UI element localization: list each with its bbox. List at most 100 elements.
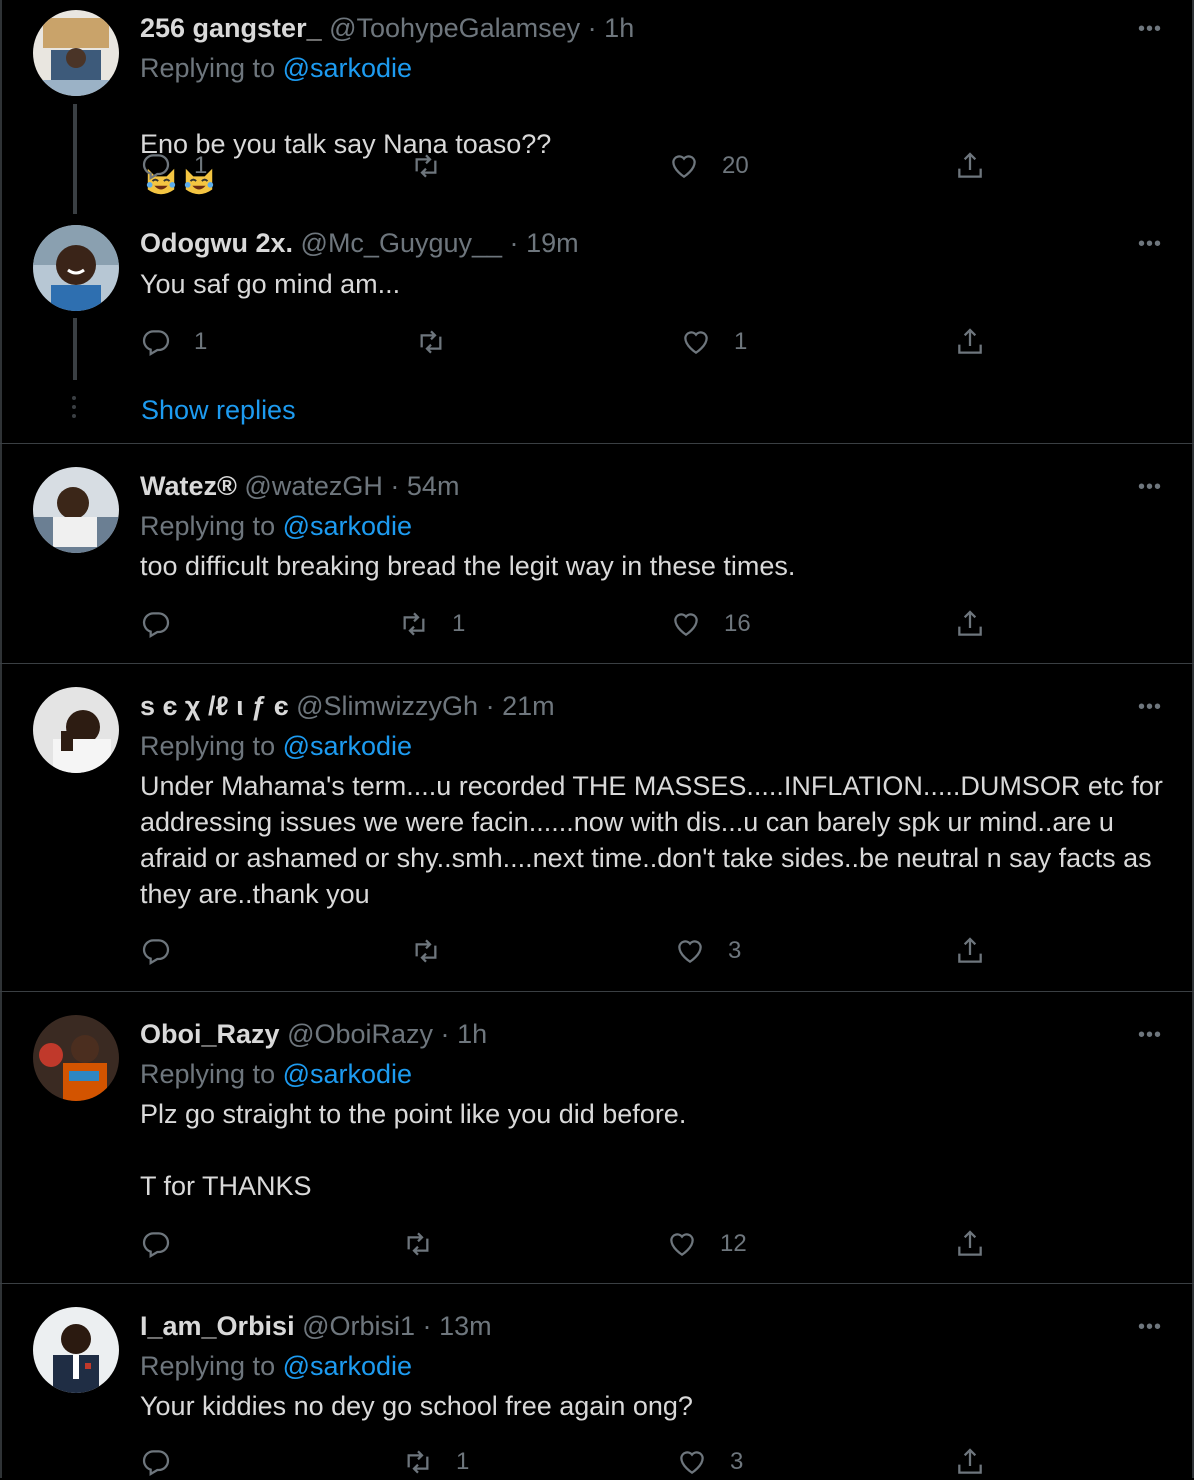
reply-button[interactable] xyxy=(140,933,194,969)
more-options-button[interactable]: ••• xyxy=(1138,18,1162,41)
handle[interactable]: @ToohypeGalamsey xyxy=(329,13,580,43)
mention-link[interactable]: @sarkodie xyxy=(283,731,412,761)
mention-link[interactable]: @sarkodie xyxy=(283,1059,412,1089)
reply-button[interactable]: 1 xyxy=(140,148,207,184)
replying-to-label: Replying to xyxy=(140,731,276,761)
retweet-button[interactable] xyxy=(415,324,469,360)
avatar[interactable] xyxy=(33,687,119,773)
display-name[interactable]: Odogwu 2x. xyxy=(140,228,293,258)
share-button[interactable] xyxy=(954,1226,986,1262)
reply-count: 1 xyxy=(194,152,208,179)
avatar[interactable] xyxy=(33,467,119,553)
like-count: 12 xyxy=(720,1230,747,1257)
reply-button[interactable] xyxy=(140,1444,194,1480)
divider xyxy=(0,663,1194,664)
display-name[interactable]: Watez® xyxy=(140,471,237,501)
retweet-icon xyxy=(407,1450,429,1474)
like-count: 3 xyxy=(728,937,742,964)
reply-icon xyxy=(142,1450,170,1477)
reply-button[interactable] xyxy=(140,606,194,642)
share-button[interactable] xyxy=(954,933,986,969)
retweet-button[interactable]: 1 xyxy=(402,1444,469,1480)
timestamp[interactable]: 19m xyxy=(526,228,579,258)
mention-link[interactable]: @sarkodie xyxy=(283,53,412,83)
display-name[interactable]: 256 gangster_ xyxy=(140,13,322,43)
replying-to-label: Replying to xyxy=(140,1059,276,1089)
separator-dot: · xyxy=(440,1019,450,1049)
like-button[interactable]: 12 xyxy=(666,1226,747,1262)
reply-icon xyxy=(142,939,170,966)
separator-dot: · xyxy=(485,691,495,721)
reply-count: 1 xyxy=(194,328,208,355)
handle[interactable]: @OboiRazy xyxy=(287,1019,433,1049)
handle[interactable]: @watezGH xyxy=(244,471,382,501)
display-name[interactable]: Oboi_Razy xyxy=(140,1019,280,1049)
reply-button[interactable] xyxy=(140,1226,194,1262)
more-options-button[interactable]: ••• xyxy=(1138,233,1162,256)
retweet-count: 1 xyxy=(456,1448,470,1475)
retweet-count: 1 xyxy=(452,610,466,637)
more-options-button[interactable]: ••• xyxy=(1138,1024,1162,1047)
retweet-icon xyxy=(415,154,437,178)
like-button[interactable]: 3 xyxy=(674,933,741,969)
share-button[interactable] xyxy=(954,324,986,360)
tweet-header: Oboi_Razy @OboiRazy · 1h xyxy=(140,1018,487,1050)
retweet-button[interactable] xyxy=(402,1226,456,1262)
like-icon xyxy=(678,940,702,964)
share-icon xyxy=(958,152,982,178)
separator-dot: · xyxy=(422,1311,432,1341)
mention-link[interactable]: @sarkodie xyxy=(283,511,412,541)
like-button[interactable]: 16 xyxy=(670,606,751,642)
like-button[interactable]: 3 xyxy=(676,1444,743,1480)
avatar[interactable] xyxy=(33,1015,119,1101)
separator-dot: · xyxy=(587,13,597,43)
reply-icon xyxy=(142,154,170,181)
more-options-button[interactable]: ••• xyxy=(1138,476,1162,499)
like-button[interactable]: 1 xyxy=(680,324,747,360)
avatar[interactable] xyxy=(33,10,119,96)
share-button[interactable] xyxy=(954,1444,986,1480)
replying-to-label: Replying to xyxy=(140,53,276,83)
thread-line xyxy=(73,318,77,380)
timestamp[interactable]: 13m xyxy=(439,1311,492,1341)
share-button[interactable] xyxy=(954,606,986,642)
like-icon xyxy=(680,1451,704,1475)
tweet-text: too difficult breaking bread the legit w… xyxy=(140,551,796,581)
like-icon xyxy=(674,613,698,637)
divider xyxy=(0,443,1194,444)
share-button[interactable] xyxy=(954,148,986,184)
handle[interactable]: @Orbisi1 xyxy=(302,1311,415,1341)
share-icon xyxy=(958,937,982,963)
timestamp[interactable]: 1h xyxy=(457,1019,487,1049)
divider xyxy=(0,991,1194,992)
reply-icon xyxy=(142,1232,170,1259)
retweet-icon xyxy=(407,1232,429,1256)
share-icon xyxy=(958,610,982,636)
more-options-button[interactable]: ••• xyxy=(1138,1316,1162,1339)
timestamp[interactable]: 21m xyxy=(502,691,555,721)
timestamp[interactable]: 54m xyxy=(407,471,460,501)
like-icon xyxy=(672,155,696,179)
show-replies-link[interactable]: Show replies xyxy=(141,395,296,426)
like-count: 16 xyxy=(724,610,751,637)
handle[interactable]: @SlimwizzyGh xyxy=(296,691,478,721)
mention-link[interactable]: @sarkodie xyxy=(283,1351,412,1381)
timestamp[interactable]: 1h xyxy=(604,13,634,43)
display-name[interactable]: I_am_Orbisi xyxy=(140,1311,295,1341)
reply-icon xyxy=(142,612,170,639)
replying-to-label: Replying to xyxy=(140,511,276,541)
retweet-button[interactable] xyxy=(410,933,464,969)
reply-button[interactable]: 1 xyxy=(140,324,207,360)
avatar[interactable] xyxy=(33,225,119,311)
retweet-icon xyxy=(415,939,437,963)
more-options-button[interactable]: ••• xyxy=(1138,696,1162,719)
display-name[interactable]: s є χ /ℓ ι ƒ є xyxy=(140,691,289,721)
tweet-header: Odogwu 2x. @Mc_Guyguy__ · 19m xyxy=(140,227,579,259)
replying-to: Replying to @sarkodie xyxy=(140,1058,412,1090)
retweet-button[interactable] xyxy=(410,148,464,184)
retweet-button[interactable]: 1 xyxy=(398,606,465,642)
like-button[interactable]: 20 xyxy=(668,148,749,184)
avatar[interactable] xyxy=(33,1307,119,1393)
thread-line xyxy=(73,104,77,214)
handle[interactable]: @Mc_Guyguy__ xyxy=(301,228,503,258)
